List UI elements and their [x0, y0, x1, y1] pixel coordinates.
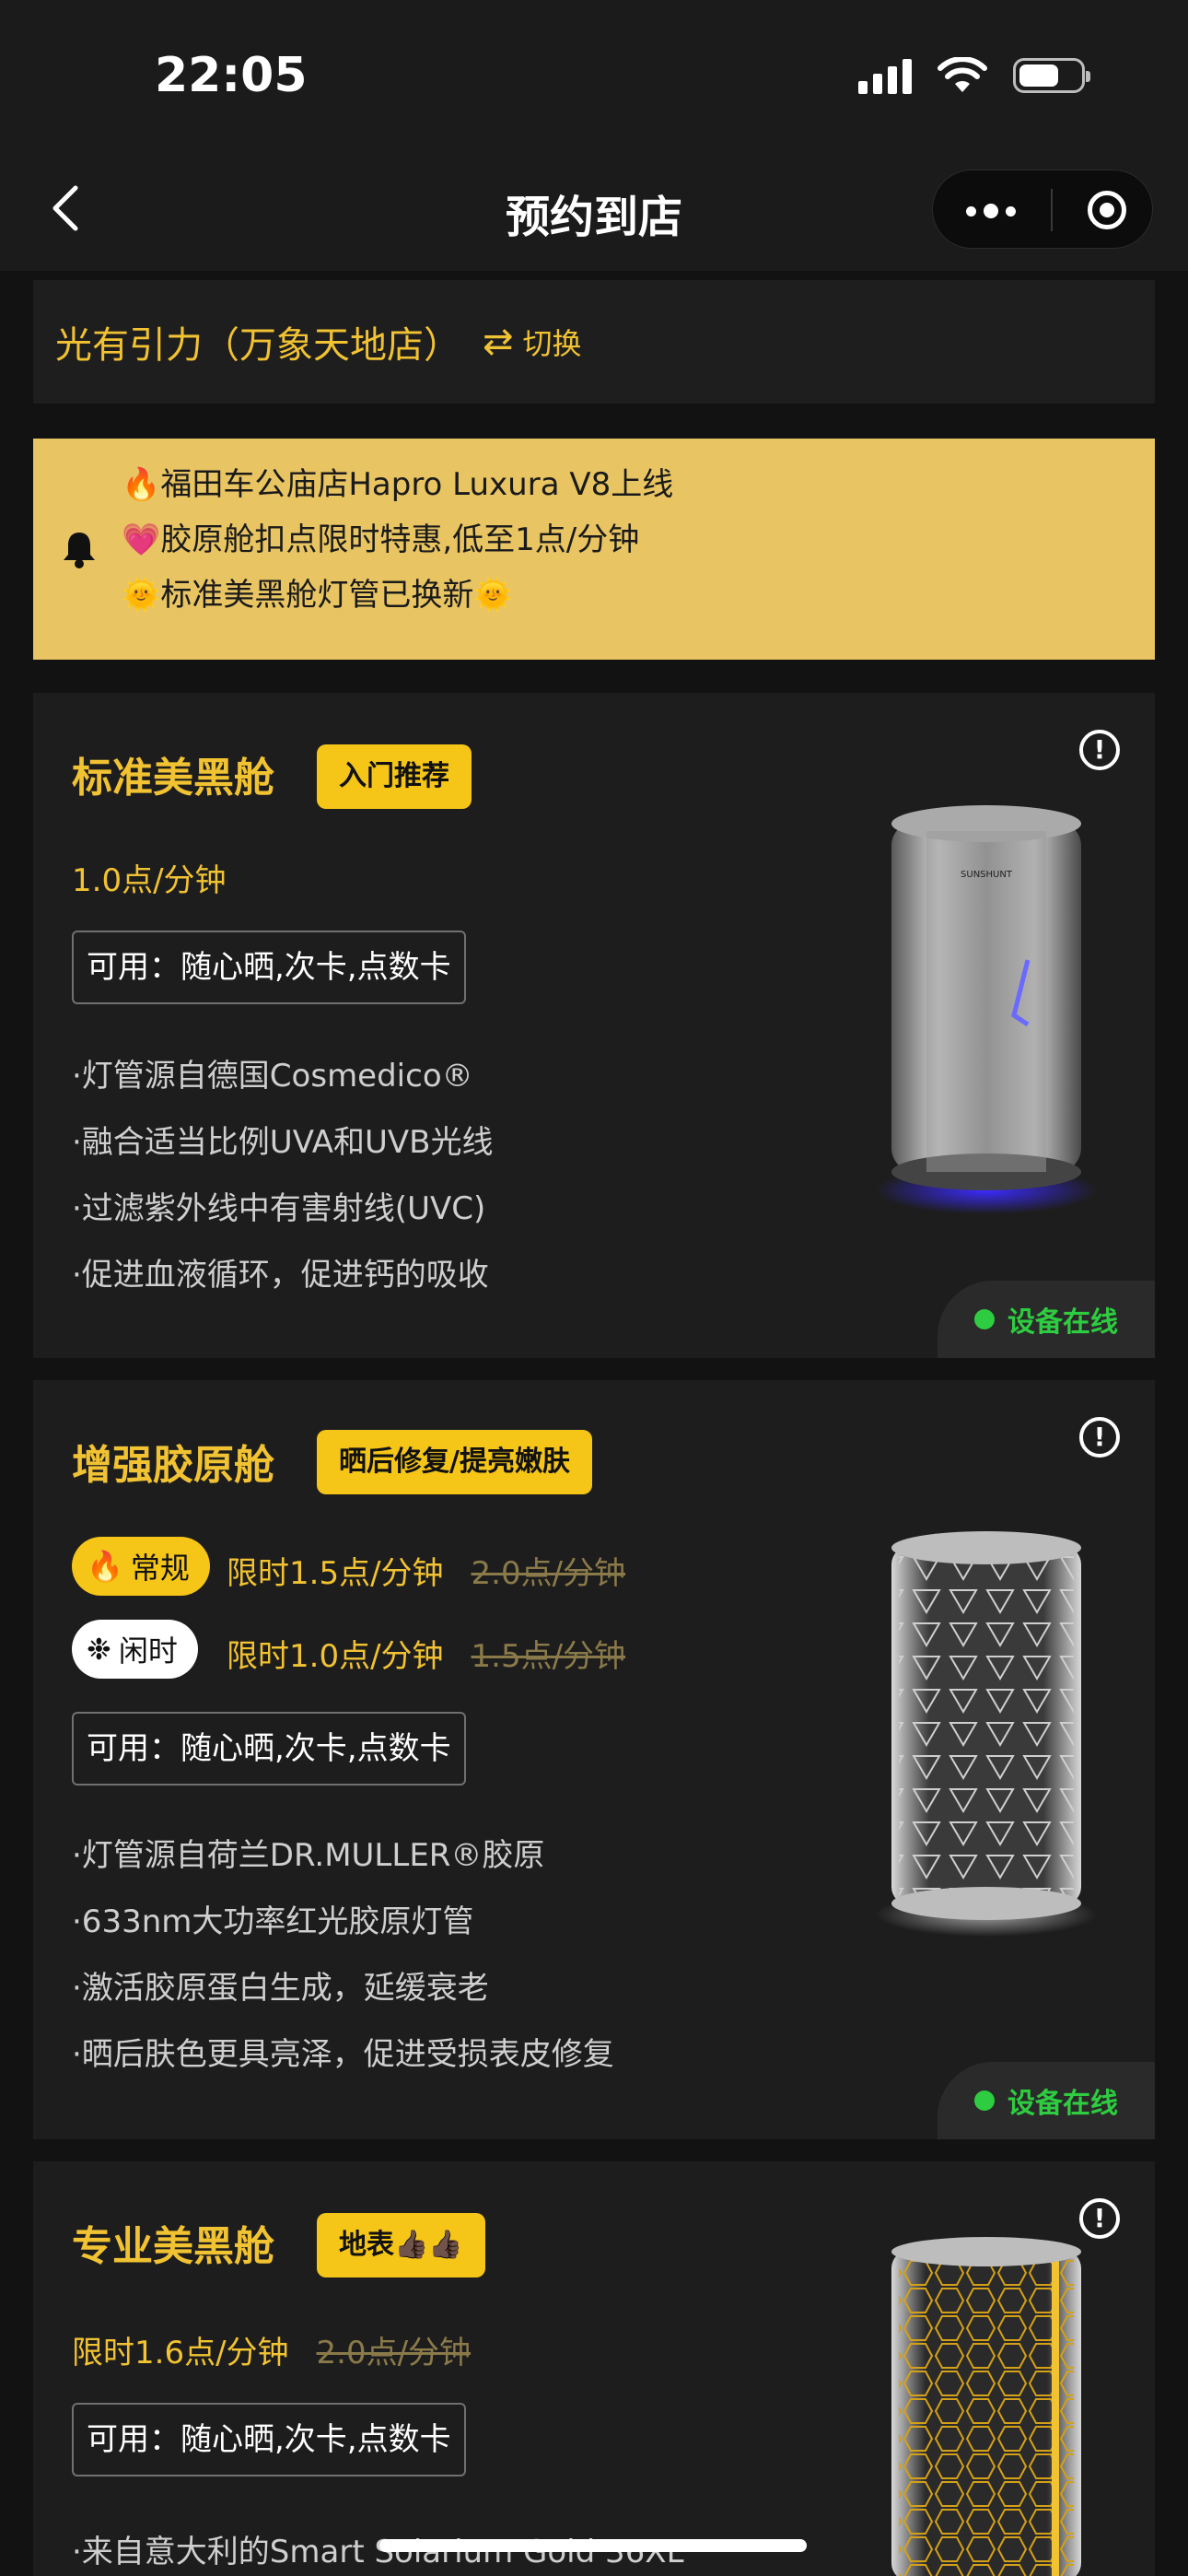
- card-title: 增强胶原舱: [72, 1442, 274, 1489]
- online-dot-icon: [974, 2090, 995, 2111]
- limited-price: 限时1.0点/分钟: [227, 1638, 444, 1675]
- online-dot-icon: [974, 1309, 995, 1329]
- card-tag: 地表👍🏿👍🏿: [317, 2213, 485, 2277]
- usable-cards-badge: 可用：随心晒,次卡,点数卡: [72, 931, 466, 1004]
- card-tag: 晒后修复/提亮嫩肤: [317, 1430, 592, 1494]
- store-selector: 光有引力（万象天地店） ⇄ 切换: [33, 280, 1155, 404]
- home-indicator: [379, 2539, 807, 2552]
- nav-bar: 预约到店: [0, 157, 1188, 271]
- usable-cards-badge: 可用：随心晒,次卡,点数卡: [72, 2403, 466, 2476]
- mode-price: 限时1.5点/分钟 2.0点/分钟: [227, 1548, 625, 1593]
- info-icon[interactable]: !: [1079, 730, 1120, 770]
- switch-store-button[interactable]: ⇄ 切换: [483, 321, 582, 363]
- original-price: 1.5点/分钟: [471, 1638, 626, 1675]
- cellular-signal-icon: [858, 57, 912, 94]
- notice-line: 🔥福田车公庙店Hapro Luxura V8上线: [122, 466, 674, 503]
- original-price: 2.0点/分钟: [316, 2335, 472, 2371]
- feature-item: ·灯管源自德国Cosmedico®: [72, 1058, 473, 1095]
- mode-label: 常规: [130, 1551, 190, 1586]
- device-online-status: 设备在线: [938, 1281, 1155, 1358]
- mode-price: 限时1.0点/分钟 1.5点/分钟: [227, 1631, 625, 1676]
- online-label: 设备在线: [1007, 1306, 1118, 1339]
- announcement-banner: 🔥福田车公庙店Hapro Luxura V8上线 💗胶原舱扣点限时特惠,低至1点…: [33, 439, 1155, 660]
- tanning-booth-image: [891, 2237, 1081, 2576]
- switch-arrows-icon: ⇄: [483, 321, 514, 363]
- notice-line: 💗胶原舱扣点限时特惠,低至1点/分钟: [122, 521, 640, 558]
- switch-label: 切换: [522, 326, 582, 361]
- booth-card-standard[interactable]: 标准美黑舱 入门推荐 ! 1.0点/分钟 可用：随心晒,次卡,点数卡 ·灯管源自…: [33, 693, 1155, 1358]
- feature-item: ·激活胶原蛋白生成，延缓衰老: [72, 1970, 489, 2007]
- feature-item: ·晒后肤色更具亮泽，促进受损表皮修复: [72, 2036, 614, 2073]
- card-title: 标准美黑舱: [72, 755, 274, 802]
- mode-label: 闲时: [118, 1633, 178, 1669]
- booth-card-collagen[interactable]: 增强胶原舱 晒后修复/提亮嫩肤 ! 🔥 常规 限时1.5点/分钟 2.0点/分钟 …: [33, 1380, 1155, 2139]
- more-icon[interactable]: [966, 204, 1016, 218]
- limited-price: 限时1.6点/分钟: [72, 2335, 289, 2371]
- store-name: 光有引力（万象天地店）: [55, 324, 460, 367]
- mode-regular-pill: 🔥 常规: [72, 1537, 210, 1596]
- notice-line: 🌞标准美黑舱灯管已换新🌞: [122, 577, 513, 614]
- usable-cards-badge: 可用：随心晒,次卡,点数卡: [72, 1712, 466, 1786]
- close-target-icon[interactable]: [1088, 191, 1126, 229]
- sparkle-icon: ❉: [87, 1632, 111, 1667]
- booth-brand-text: SUNSHUNT: [961, 870, 1013, 880]
- device-online-status: 设备在线: [938, 2062, 1155, 2139]
- original-price: 2.0点/分钟: [471, 1555, 626, 1592]
- feature-item: ·过滤紫外线中有害射线(UVC): [72, 1190, 486, 1227]
- status-time: 22:05: [155, 48, 308, 103]
- status-bar: 22:05: [0, 0, 1188, 157]
- card-price: 1.0点/分钟: [72, 862, 227, 899]
- feature-item: ·633nm大功率红光胶原灯管: [72, 1903, 474, 1940]
- mode-idle-pill: ❉ 闲时: [72, 1620, 198, 1679]
- card-title: 专业美黑舱: [72, 2223, 274, 2270]
- feature-item: ·促进血液循环，促进钙的吸收: [72, 1257, 489, 1294]
- card-price: 限时1.6点/分钟 2.0点/分钟: [72, 2327, 471, 2372]
- battery-icon: [1013, 58, 1090, 93]
- limited-price: 限时1.5点/分钟: [227, 1555, 444, 1592]
- mini-program-capsule: [932, 170, 1153, 249]
- info-icon[interactable]: !: [1079, 1417, 1120, 1458]
- bell-icon: [64, 533, 95, 568]
- flame-icon: 🔥: [87, 1549, 123, 1584]
- feature-item: ·融合适当比例UVA和UVB光线: [72, 1124, 494, 1161]
- booth-card-pro[interactable]: 专业美黑舱 地表👍🏿👍🏿 ! 限时1.6点/分钟 2.0点/分钟 可用：随心晒,次…: [33, 2161, 1155, 2576]
- capsule-divider: [1051, 189, 1053, 231]
- feature-item: ·灯管源自荷兰DR.MULLER®胶原: [72, 1837, 545, 1874]
- card-tag: 入门推荐: [317, 744, 472, 809]
- online-label: 设备在线: [1007, 2088, 1118, 2120]
- tanning-booth-image: [876, 1531, 1097, 1937]
- tanning-booth-image: SUNSHUNT: [876, 805, 1097, 1214]
- status-icons: [858, 57, 1090, 94]
- wifi-icon: [938, 57, 987, 92]
